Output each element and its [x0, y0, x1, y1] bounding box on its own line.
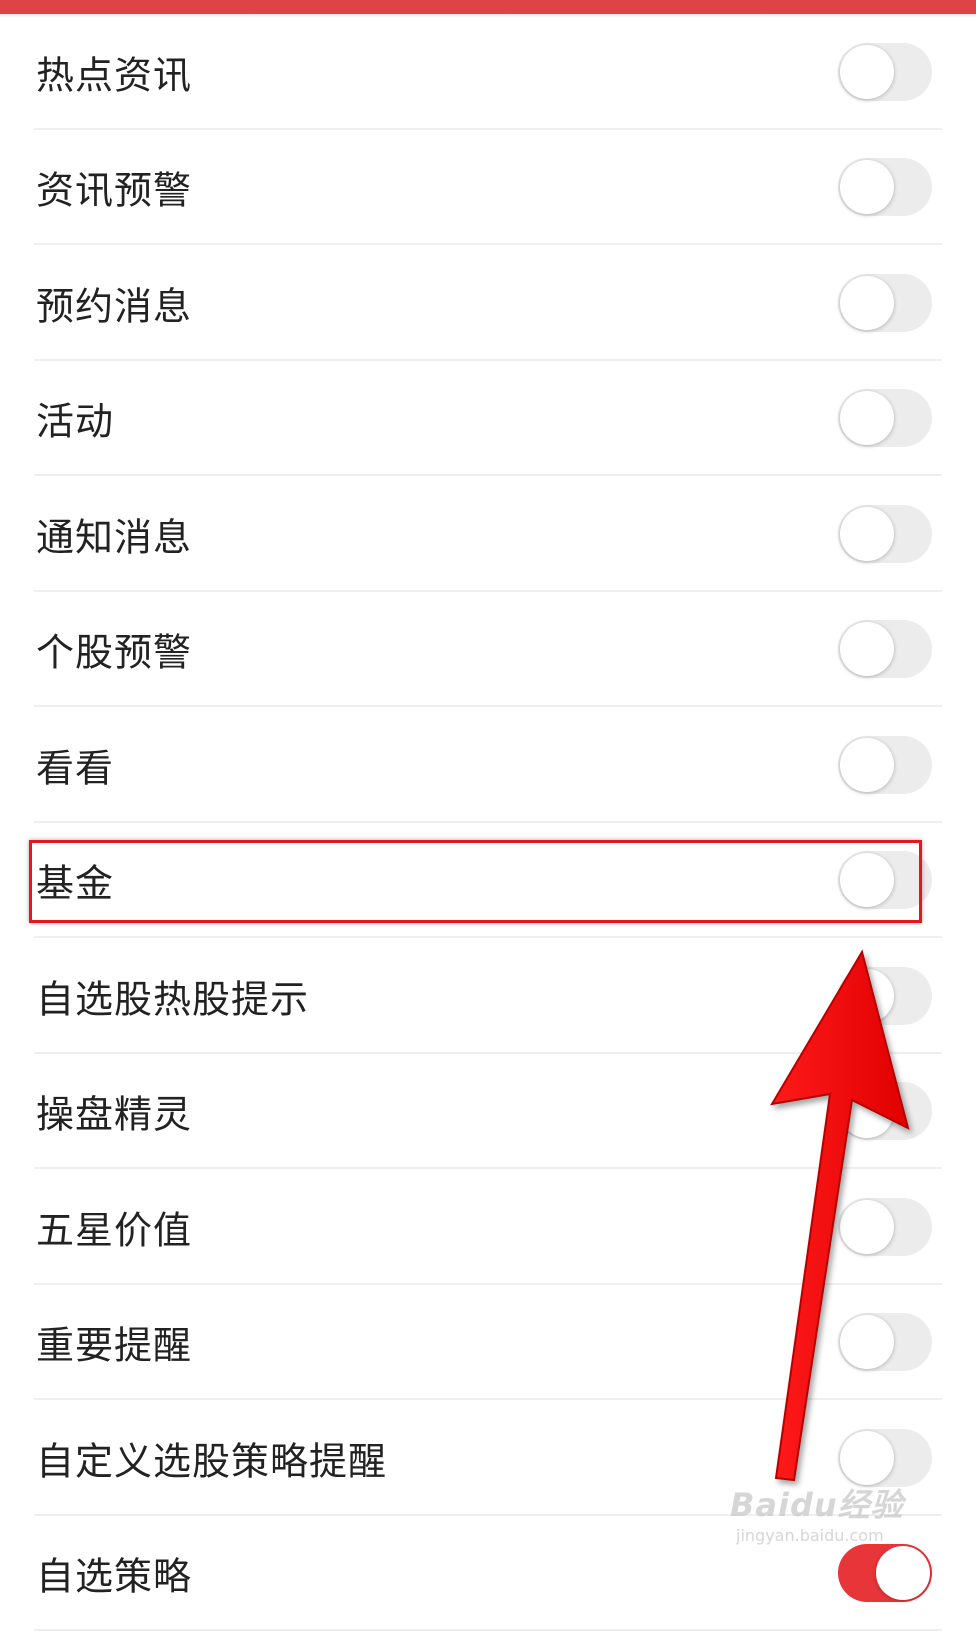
- setting-row-watchlist-hot-stock[interactable]: 自选股热股提示: [0, 938, 976, 1054]
- setting-row-five-star-value[interactable]: 五星价值: [0, 1169, 976, 1285]
- watermark-main: Baidu经验: [730, 1480, 930, 1526]
- settings-list: 热点资讯 资讯预警 预约消息 活动 通知消息 个股预警 看看 基金 自选股热股提…: [0, 14, 976, 1631]
- toggle-knob: [840, 1315, 894, 1369]
- setting-label: 自定义选股策略提醒: [36, 1430, 387, 1485]
- toggle-knob: [840, 1200, 894, 1254]
- header-bar: [0, 0, 976, 14]
- watermark-sub: jingyan.baidu.com: [736, 1526, 930, 1545]
- setting-label: 通知消息: [36, 506, 192, 561]
- setting-label: 自选股热股提示: [36, 968, 309, 1023]
- toggle-switch[interactable]: [838, 389, 932, 447]
- setting-row-appointment-message[interactable]: 预约消息: [0, 245, 976, 361]
- setting-label: 个股预警: [36, 622, 192, 677]
- toggle-switch[interactable]: [838, 43, 932, 101]
- setting-label: 重要提醒: [36, 1315, 192, 1370]
- setting-label: 活动: [36, 391, 114, 446]
- toggle-switch[interactable]: [838, 1082, 932, 1140]
- setting-row-hot-news[interactable]: 热点资讯: [0, 14, 976, 130]
- toggle-switch[interactable]: [838, 1429, 932, 1487]
- setting-row-news-alert[interactable]: 资讯预警: [0, 130, 976, 246]
- setting-row-important-reminder[interactable]: 重要提醒: [0, 1285, 976, 1401]
- setting-row-notification[interactable]: 通知消息: [0, 476, 976, 592]
- toggle-switch[interactable]: [838, 158, 932, 216]
- toggle-switch[interactable]: [838, 505, 932, 563]
- toggle-knob: [840, 391, 894, 445]
- setting-row-kankan[interactable]: 看看: [0, 707, 976, 823]
- toggle-switch[interactable]: [838, 1198, 932, 1256]
- setting-row-stock-alert[interactable]: 个股预警: [0, 592, 976, 708]
- toggle-switch[interactable]: [838, 1313, 932, 1371]
- setting-label: 自选策略: [36, 1546, 192, 1601]
- toggle-knob: [840, 969, 894, 1023]
- setting-row-activity[interactable]: 活动: [0, 361, 976, 477]
- toggle-knob: [840, 160, 894, 214]
- toggle-knob: [840, 45, 894, 99]
- toggle-knob: [840, 1431, 894, 1485]
- toggle-knob: [876, 1546, 930, 1600]
- setting-label: 看看: [36, 737, 114, 792]
- setting-label: 操盘精灵: [36, 1084, 192, 1139]
- toggle-knob: [840, 622, 894, 676]
- toggle-knob: [840, 1084, 894, 1138]
- setting-label: 五星价值: [36, 1199, 192, 1254]
- toggle-knob: [840, 507, 894, 561]
- highlight-box: [29, 840, 922, 923]
- setting-label: 资讯预警: [36, 160, 192, 215]
- setting-label: 预约消息: [36, 275, 192, 330]
- toggle-switch[interactable]: [838, 620, 932, 678]
- toggle-switch[interactable]: [838, 967, 932, 1025]
- toggle-switch[interactable]: [838, 736, 932, 794]
- setting-row-trading-genie[interactable]: 操盘精灵: [0, 1054, 976, 1170]
- watermark: Baidu经验 jingyan.baidu.com: [730, 1480, 930, 1550]
- toggle-switch[interactable]: [838, 1544, 932, 1602]
- toggle-knob: [840, 276, 894, 330]
- toggle-switch[interactable]: [838, 274, 932, 332]
- setting-label: 热点资讯: [36, 44, 192, 99]
- toggle-knob: [840, 738, 894, 792]
